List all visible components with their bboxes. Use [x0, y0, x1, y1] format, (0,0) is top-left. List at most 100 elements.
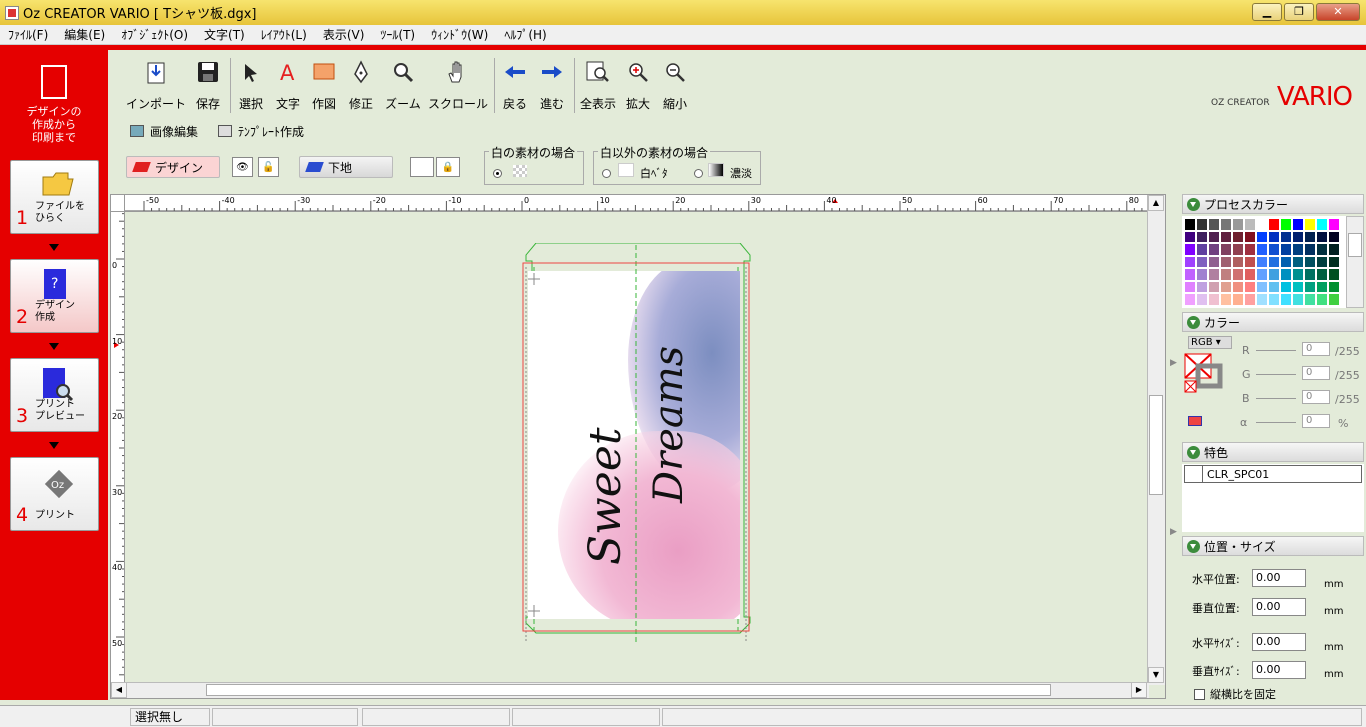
shading-radio[interactable] [694, 166, 703, 180]
color-swatch[interactable] [1244, 230, 1256, 243]
color-swatch[interactable] [1208, 293, 1220, 306]
zoom-in-button[interactable]: 拡大 [623, 58, 653, 112]
color-swatch[interactable] [1280, 280, 1292, 293]
color-swatch[interactable] [1268, 230, 1280, 243]
template-button[interactable]: ﾃﾝﾌﾟﾚｰﾄ作成 [218, 123, 304, 140]
color-palette[interactable] [1182, 216, 1346, 308]
color-swatch[interactable] [1328, 268, 1340, 281]
menu-view[interactable]: 表示(V) [315, 26, 373, 43]
color-swatch[interactable] [1232, 268, 1244, 281]
color-swatch[interactable] [1280, 268, 1292, 281]
menu-tools[interactable]: ﾂｰﾙ(T) [372, 26, 423, 43]
fill-stroke-swatch-icon[interactable] [1184, 352, 1224, 400]
visibility-toggle[interactable] [410, 157, 434, 177]
menu-object[interactable]: ｵﾌﾞｼﾞｪｸﾄ(O) [113, 26, 196, 43]
fit-view-button[interactable]: 全表示 [578, 58, 618, 112]
scroll-up-icon[interactable]: ▲ [1148, 195, 1164, 211]
horizontal-scroll-thumb[interactable] [206, 684, 1051, 696]
scroll-tool-button[interactable]: スクロール [427, 58, 489, 112]
color-swatch[interactable] [1328, 293, 1340, 306]
color-swatch[interactable] [1256, 218, 1268, 231]
b-slider[interactable] [1256, 398, 1296, 399]
color-swatch[interactable] [1268, 255, 1280, 268]
color-swatch[interactable] [1244, 255, 1256, 268]
color-swatch[interactable] [1208, 230, 1220, 243]
alpha-slider[interactable] [1256, 422, 1296, 423]
color-swatch[interactable] [1292, 280, 1304, 293]
palette-scrollbar[interactable] [1346, 216, 1364, 308]
color-swatch[interactable] [1328, 280, 1340, 293]
v-size-field[interactable]: 0.00 [1252, 661, 1306, 679]
step-open-file[interactable]: 1 ファイルを ひらく [10, 160, 99, 234]
unlock-icon[interactable]: 🔓 [258, 157, 279, 177]
forward-button[interactable]: 進む [537, 58, 567, 112]
color-swatch[interactable] [1184, 293, 1196, 306]
color-swatch[interactable] [1316, 280, 1328, 293]
r-value-field[interactable]: 0 [1302, 342, 1330, 356]
scroll-left-icon[interactable]: ◀ [111, 682, 127, 698]
color-swatch[interactable] [1328, 218, 1340, 231]
spot-color-item[interactable]: CLR_SPC01 [1184, 465, 1362, 483]
r-slider[interactable] [1256, 350, 1296, 351]
color-swatch[interactable] [1208, 268, 1220, 281]
color-swatch[interactable] [1280, 218, 1292, 231]
color-swatch[interactable] [1244, 243, 1256, 256]
color-swatch[interactable] [1304, 230, 1316, 243]
color-swatch[interactable] [1220, 280, 1232, 293]
canvas-area[interactable]: -50 -40 -30 -20 -10 0 10 20 30 40 50 60 70 80 0 10 20 30… [110, 194, 1166, 699]
color-swatch[interactable] [1316, 268, 1328, 281]
color-swatch[interactable] [1292, 293, 1304, 306]
color-swatch[interactable] [1328, 243, 1340, 256]
color-swatch[interactable] [1208, 243, 1220, 256]
image-edit-button[interactable]: 画像編集 [130, 123, 198, 140]
color-swatch[interactable] [1244, 280, 1256, 293]
color-swatch[interactable] [1304, 243, 1316, 256]
color-swatch[interactable] [1232, 218, 1244, 231]
color-swatch[interactable] [1232, 255, 1244, 268]
color-swatch[interactable] [1208, 280, 1220, 293]
lock-ratio-checkbox[interactable]: 縦横比を固定 [1194, 686, 1276, 702]
spot-color-header[interactable]: 特色 [1182, 442, 1364, 462]
menu-text[interactable]: 文字(T) [196, 26, 253, 43]
color-swatch[interactable] [1244, 293, 1256, 306]
color-swatch[interactable] [1268, 243, 1280, 256]
back-button[interactable]: 戻る [500, 58, 530, 112]
color-swatch[interactable] [1268, 268, 1280, 281]
eye-icon[interactable]: 👁 [232, 157, 253, 177]
color-swatch[interactable] [1256, 255, 1268, 268]
color-swatch[interactable] [1328, 230, 1340, 243]
vertical-scrollbar[interactable]: ▲ ▼ [1147, 195, 1165, 685]
color-swatch[interactable] [1196, 230, 1208, 243]
color-swatch[interactable] [1268, 218, 1280, 231]
color-swatch[interactable] [1184, 280, 1196, 293]
color-swatch[interactable] [1256, 293, 1268, 306]
color-swatch[interactable] [1268, 293, 1280, 306]
collapse-arrow-icon[interactable]: ▶ [1170, 358, 1177, 368]
color-swatch[interactable] [1196, 268, 1208, 281]
tshirt-print-area[interactable]: Sweet Dreams [520, 243, 752, 643]
h-pos-field[interactable]: 0.00 [1252, 569, 1306, 587]
step-create-design[interactable]: ? 2 デザイン 作成 [10, 259, 99, 333]
b-value-field[interactable]: 0 [1302, 390, 1330, 404]
color-swatch[interactable] [1232, 243, 1244, 256]
menu-help[interactable]: ﾍﾙﾌﾟ(H) [496, 26, 554, 43]
edit-tool-button[interactable]: 修正 [346, 58, 376, 112]
color-swatch[interactable] [1220, 230, 1232, 243]
color-swatch[interactable] [1316, 243, 1328, 256]
color-swatch[interactable] [1280, 255, 1292, 268]
menu-file[interactable]: ﾌｧｲﾙ(F) [0, 26, 56, 43]
color-swatch[interactable] [1292, 218, 1304, 231]
v-pos-field[interactable]: 0.00 [1252, 598, 1306, 616]
color-swatch[interactable] [1280, 293, 1292, 306]
color-swatch[interactable] [1316, 255, 1328, 268]
g-slider[interactable] [1256, 374, 1296, 375]
color-swatch[interactable] [1220, 268, 1232, 281]
color-mode-select[interactable]: RGB ▾ [1188, 336, 1232, 349]
color-swatch[interactable] [1196, 218, 1208, 231]
color-swatch[interactable] [1232, 293, 1244, 306]
base-layer-button[interactable]: 下地 [299, 156, 393, 178]
draw-tool-button[interactable]: 作図 [309, 58, 339, 112]
color-swatch[interactable] [1292, 255, 1304, 268]
color-swatch[interactable] [1244, 268, 1256, 281]
color-swatch[interactable] [1328, 255, 1340, 268]
